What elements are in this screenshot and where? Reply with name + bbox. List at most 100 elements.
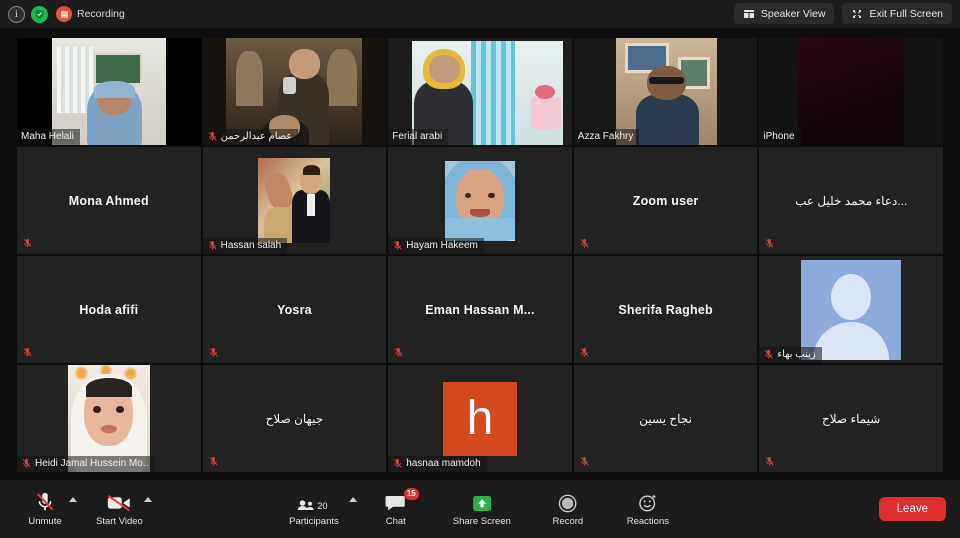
share-screen-label: Share Screen <box>452 516 511 527</box>
start-video-button[interactable]: Start Video <box>96 491 152 527</box>
recording-indicator[interactable]: Recording <box>56 6 125 22</box>
participant-name: جيهان صلاح <box>265 411 324 426</box>
participant-name-bar: Hassan salah <box>202 238 288 254</box>
participant-name: Maha Helali <box>21 131 74 142</box>
reactions-label: Reactions <box>626 516 669 527</box>
participant-name: Sherifa Ragheb <box>618 302 713 317</box>
unmute-label: Unmute <box>28 516 62 527</box>
microphone-muted-icon <box>579 456 590 467</box>
record-label: Record <box>552 516 584 527</box>
participant-name-bar: زينب بهاء <box>759 347 822 363</box>
participants-count-text: 20 <box>317 501 327 511</box>
mute-indicator <box>208 456 219 467</box>
microphone-muted-icon <box>22 347 33 358</box>
participant-name: Eman Hassan M... <box>425 302 535 317</box>
recording-stop-icon <box>56 6 72 22</box>
video-options-chevron-up-icon[interactable] <box>143 497 152 502</box>
participant-name: iPhone <box>763 131 795 142</box>
participant-tile[interactable]: iPhone <box>759 38 943 145</box>
top-bar-left-group: i Recording <box>8 5 125 23</box>
participant-tile[interactable]: شيماء صلاح <box>759 365 943 472</box>
meeting-control-bar: Unmute Start Video 20 Participants 15 Ch… <box>0 480 960 538</box>
participant-name: Hassan salah <box>220 240 282 251</box>
record-button[interactable]: Record <box>545 491 591 527</box>
participant-name: Zoom user <box>632 193 699 208</box>
participant-name: Azza Fakhry <box>577 131 634 142</box>
profile-photo <box>444 160 515 241</box>
participant-name-bar: Azza Fakhry <box>573 129 640 145</box>
participant-tile[interactable]: Zoom user <box>573 147 758 254</box>
participant-tile[interactable]: Heidi Jamal Hussein Mo.. <box>17 365 201 472</box>
participant-tile[interactable]: زينب بهاء <box>759 256 943 363</box>
participant-name: زينب بهاء <box>777 349 816 360</box>
unmute-button[interactable]: Unmute <box>22 491 77 527</box>
chat-bubble-icon: 15 <box>385 488 419 513</box>
participant-name-bar: Hayam Hakeem <box>388 238 484 254</box>
participant-tile[interactable]: Ferial arabi <box>388 38 572 145</box>
participant-name-bar: Ferial arabi <box>388 129 449 145</box>
participant-name: ...دعاء محمد خليل عب <box>795 193 908 208</box>
chat-button[interactable]: 15 Chat <box>373 488 419 527</box>
participant-tile[interactable]: Mona Ahmed <box>17 147 201 254</box>
microphone-muted-icon <box>207 131 218 142</box>
participant-name: نجاح يسين <box>639 411 692 426</box>
microphone-muted-icon <box>764 238 775 249</box>
profile-photo <box>258 158 331 243</box>
participant-tile[interactable]: Maha Helali <box>17 38 201 145</box>
participant-name-bar: Maha Helali <box>17 129 80 145</box>
mute-indicator <box>764 238 775 249</box>
reactions-emoji-icon <box>638 491 658 513</box>
participant-tile[interactable]: Yosra <box>202 256 387 363</box>
participant-name: Mona Ahmed <box>68 193 149 208</box>
participant-name: عصام عبدالرحمن <box>220 131 293 142</box>
share-screen-button[interactable]: Share Screen <box>453 491 511 527</box>
participant-name: hasnaa mamdoh <box>406 458 481 469</box>
participant-name: شيماء صلاح <box>822 411 881 426</box>
participant-name-bar: iPhone <box>759 129 801 145</box>
participant-tile[interactable]: h hasnaa mamdoh <box>388 365 572 472</box>
microphone-muted-icon <box>392 458 403 469</box>
mute-indicator <box>579 238 590 249</box>
participant-name: Ferial arabi <box>392 131 443 142</box>
participant-tile[interactable]: عصام عبدالرحمن <box>202 38 387 145</box>
share-screen-icon <box>472 491 492 513</box>
info-icon[interactable]: i <box>8 5 25 23</box>
mute-indicator <box>393 347 404 358</box>
speaker-view-label: Speaker View <box>760 7 826 20</box>
participant-name-bar: Heidi Jamal Hussein Mo.. <box>17 456 155 472</box>
participant-tile[interactable]: Hayam Hakeem <box>388 147 572 254</box>
participant-tile[interactable]: نجاح يسين <box>573 365 758 472</box>
participants-button[interactable]: 20 Participants <box>289 491 357 527</box>
audio-options-chevron-up-icon[interactable] <box>69 497 77 502</box>
participant-tile[interactable]: Hoda afifi <box>17 256 201 363</box>
exit-full-screen-icon <box>853 9 862 18</box>
participant-tile[interactable]: Azza Fakhry <box>573 38 758 145</box>
top-bar-right-group: Speaker View Exit Full Screen <box>733 3 952 24</box>
participant-tile[interactable]: جيهان صلاح <box>202 365 387 472</box>
encryption-shield-icon[interactable] <box>31 5 48 23</box>
participant-name-bar: عصام عبدالرحمن <box>202 129 299 145</box>
zoom-meeting-window: i Recording Speaker View Exit Full Scree… <box>0 0 960 538</box>
mute-indicator <box>208 347 219 358</box>
exit-full-screen-button[interactable]: Exit Full Screen <box>842 3 952 24</box>
participant-tile[interactable]: Sherifa Ragheb <box>573 256 758 363</box>
microphone-muted-icon <box>208 347 219 358</box>
audio-video-controls: Unmute Start Video <box>22 491 152 527</box>
participant-tile[interactable]: Hassan salah <box>202 147 387 254</box>
camera-off-icon <box>106 491 132 513</box>
leave-meeting-button[interactable]: Leave <box>878 497 946 521</box>
participants-label: Participants <box>289 516 339 527</box>
mute-indicator <box>579 347 590 358</box>
reactions-button[interactable]: Reactions <box>625 491 671 527</box>
participant-name: Hoda afifi <box>79 302 139 317</box>
video-gallery: Maha Helali عصام عبدالرحمن Ferial arabi Azz… <box>0 28 960 480</box>
participant-tile[interactable]: Eman Hassan M... <box>388 256 572 363</box>
participant-tile[interactable]: ...دعاء محمد خليل عب <box>759 147 943 254</box>
speaker-view-button[interactable]: Speaker View <box>733 3 835 24</box>
mute-indicator <box>22 238 33 249</box>
start-video-label: Start Video <box>96 516 143 527</box>
participant-name: Yosra <box>276 302 312 317</box>
microphone-muted-icon <box>764 456 775 467</box>
participants-chevron-up-icon[interactable] <box>348 497 357 502</box>
microphone-muted-icon <box>21 458 32 469</box>
